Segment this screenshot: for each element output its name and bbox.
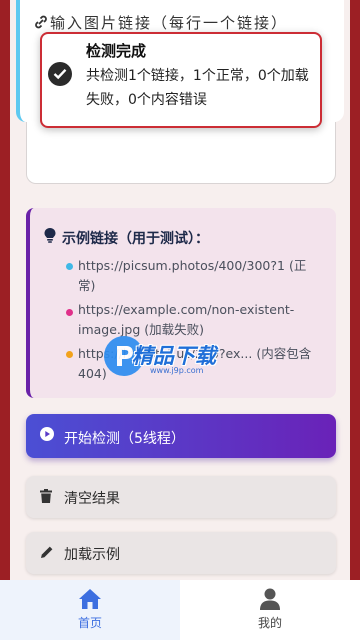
load-examples-button[interactable]: 加载示例 [26, 532, 336, 574]
trash-icon [40, 489, 52, 507]
play-icon [40, 427, 54, 445]
bottom-navigation: 首页 我的 [0, 580, 360, 640]
nav-mine-label: 我的 [258, 616, 283, 630]
lightbulb-icon [44, 228, 56, 247]
clear-results-button[interactable]: 清空结果 [26, 476, 336, 518]
link-icon [34, 14, 48, 33]
start-detection-button[interactable]: 开始检测（5线程） [26, 414, 336, 458]
pencil-icon [40, 545, 54, 563]
watermark-logo: 精品下载 www.j9p.com [104, 336, 264, 380]
toast-message: 共检测1个链接，1个正常，0个加载失败，0个内容错误 [86, 68, 309, 108]
detection-complete-toast: 检测完成 共检测1个链接，1个正常，0个加载失败，0个内容错误 [40, 32, 322, 128]
nav-item-mine[interactable]: 我的 [180, 580, 360, 640]
user-icon [260, 588, 280, 614]
load-examples-label: 加载示例 [64, 547, 120, 563]
nav-item-home[interactable]: 首页 [0, 580, 180, 640]
start-detection-label: 开始检测（5线程） [64, 431, 185, 447]
toast-title: 检测完成 [86, 42, 147, 60]
example-link-1[interactable]: https://picsum.photos/400/300?1 (正常) [78, 256, 318, 296]
example-link-2[interactable]: https://example.com/non-existent-image.j… [78, 300, 318, 340]
example-dot-3 [66, 351, 73, 358]
nav-home-label: 首页 [78, 616, 103, 630]
clear-results-label: 清空结果 [64, 491, 120, 507]
url-textarea[interactable] [26, 122, 336, 184]
home-icon [78, 588, 102, 614]
input-card-title: 输入图片链接（每行一个链接） [50, 14, 289, 32]
watermark-url: www.j9p.com [150, 366, 204, 375]
examples-title-text: 示例链接（用于测试）： [62, 231, 209, 247]
examples-title: 示例链接（用于测试）： [44, 228, 209, 248]
example-dot-2 [66, 309, 73, 316]
check-circle-icon [48, 62, 72, 86]
example-dot-1 [66, 263, 73, 270]
